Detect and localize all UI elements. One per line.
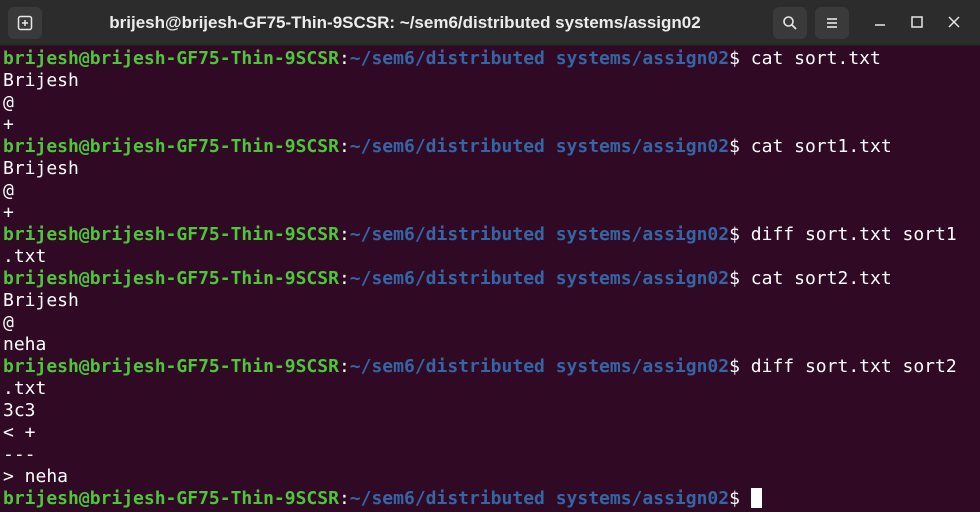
- prompt-user-host: brijesh@brijesh-GF75-Thin-9SCSR: [3, 356, 339, 377]
- prompt-line: brijesh@brijesh-GF75-Thin-9SCSR:~/sem6/d…: [0, 136, 980, 158]
- prompt-dollar: $: [729, 268, 751, 289]
- close-button[interactable]: [940, 9, 968, 37]
- prompt-path: ~/sem6/distributed systems/assign02: [349, 224, 730, 245]
- output-line: @: [3, 180, 14, 201]
- close-icon: [947, 14, 961, 33]
- prompt-separator: :: [338, 224, 350, 245]
- prompt-line: brijesh@brijesh-GF75-Thin-9SCSR:~/sem6/d…: [0, 224, 980, 246]
- menu-button[interactable]: [815, 7, 849, 39]
- prompt-line: brijesh@brijesh-GF75-Thin-9SCSR:~/sem6/d…: [0, 48, 980, 70]
- output-line: .txt: [3, 246, 47, 267]
- output-line: +: [3, 114, 14, 135]
- prompt-user-host: brijesh@brijesh-GF75-Thin-9SCSR: [3, 268, 339, 289]
- prompt-separator: :: [338, 488, 350, 509]
- minimize-icon: [873, 14, 887, 33]
- prompt-line: brijesh@brijesh-GF75-Thin-9SCSR:~/sem6/d…: [0, 356, 980, 378]
- prompt-path: ~/sem6/distributed systems/assign02: [349, 136, 730, 157]
- output-line: Brijesh: [3, 290, 79, 311]
- prompt-user-host: brijesh@brijesh-GF75-Thin-9SCSR: [3, 136, 339, 157]
- output-line: @: [3, 312, 14, 333]
- prompt-separator: :: [338, 356, 350, 377]
- new-tab-button[interactable]: [8, 7, 42, 39]
- prompt-line: brijesh@brijesh-GF75-Thin-9SCSR:~/sem6/d…: [0, 268, 980, 290]
- active-prompt-line[interactable]: brijesh@brijesh-GF75-Thin-9SCSR:~/sem6/d…: [0, 488, 980, 510]
- maximize-button[interactable]: [903, 9, 931, 37]
- output-line: 3c3: [3, 400, 36, 421]
- minimize-button[interactable]: [866, 9, 894, 37]
- output-line: neha: [3, 334, 47, 355]
- output-line: > neha: [3, 466, 69, 487]
- new-tab-icon: [17, 15, 33, 31]
- prompt-separator: :: [338, 136, 350, 157]
- prompt-dollar: $: [729, 48, 751, 69]
- prompt-user-host: brijesh@brijesh-GF75-Thin-9SCSR: [3, 48, 339, 69]
- output-line: @: [3, 92, 14, 113]
- search-button[interactable]: [773, 7, 807, 39]
- hamburger-menu-icon: [824, 15, 840, 31]
- output-line: ---: [3, 444, 36, 465]
- search-icon: [782, 15, 798, 31]
- command-text: cat sort2.txt: [750, 268, 892, 289]
- prompt-path: ~/sem6/distributed systems/assign02: [349, 488, 730, 509]
- output-line: Brijesh: [3, 158, 79, 179]
- prompt-separator: :: [338, 48, 350, 69]
- window-title: brijesh@brijesh-GF75-Thin-9SCSR: ~/sem6/…: [109, 13, 701, 32]
- prompt-user-host: brijesh@brijesh-GF75-Thin-9SCSR: [3, 488, 339, 509]
- prompt-path: ~/sem6/distributed systems/assign02: [349, 268, 730, 289]
- prompt-path: ~/sem6/distributed systems/assign02: [349, 48, 730, 69]
- prompt-dollar: $: [729, 356, 751, 377]
- text-cursor: [750, 488, 762, 508]
- output-line: +: [3, 202, 14, 223]
- output-line: .txt: [3, 378, 47, 399]
- command-text: cat sort1.txt: [750, 136, 892, 157]
- prompt-dollar: $: [729, 136, 751, 157]
- output-line: < +: [3, 422, 36, 443]
- command-text: cat sort.txt: [750, 48, 881, 69]
- prompt-separator: :: [338, 268, 350, 289]
- prompt-path: ~/sem6/distributed systems/assign02: [349, 356, 730, 377]
- terminal-output[interactable]: brijesh@brijesh-GF75-Thin-9SCSR:~/sem6/d…: [0, 48, 980, 512]
- title-bar: brijesh@brijesh-GF75-Thin-9SCSR: ~/sem6/…: [0, 0, 980, 46]
- prompt-dollar: $: [729, 224, 751, 245]
- prompt-user-host: brijesh@brijesh-GF75-Thin-9SCSR: [3, 224, 339, 245]
- prompt-dollar: $: [729, 488, 751, 509]
- command-text: diff sort.txt sort1: [750, 224, 957, 245]
- maximize-icon: [910, 14, 924, 33]
- output-line: Brijesh: [3, 70, 79, 91]
- command-text: diff sort.txt sort2: [750, 356, 957, 377]
